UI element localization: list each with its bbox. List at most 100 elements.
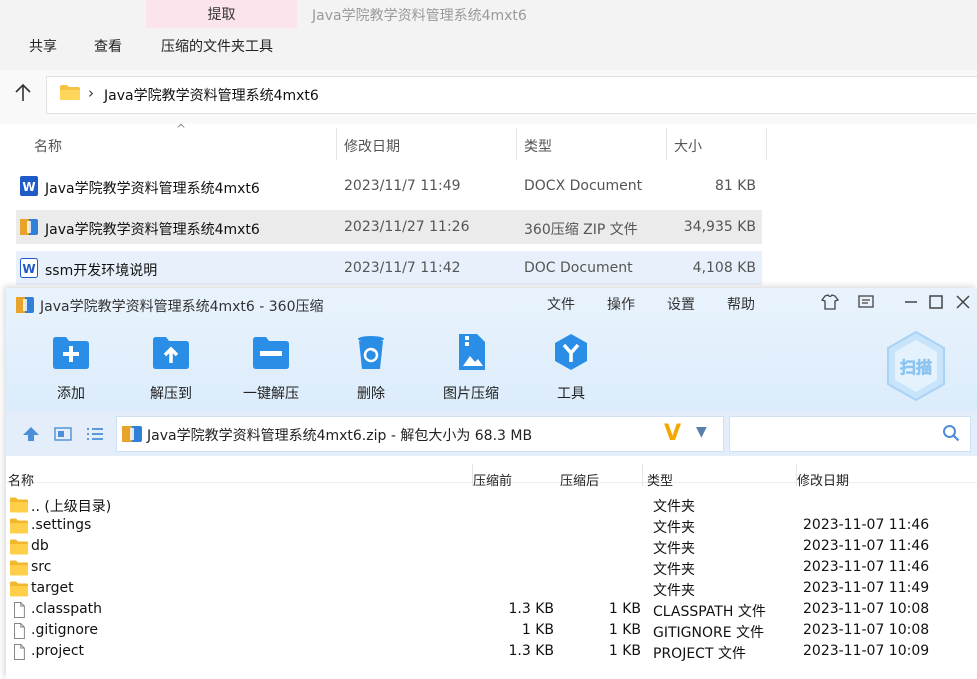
tab-compressed-folder-tools[interactable]: 压缩的文件夹工具 xyxy=(161,36,273,56)
recycle-bin-icon xyxy=(358,336,384,369)
zip-archive-icon xyxy=(20,219,38,235)
breadcrumb-chevron-icon: › xyxy=(88,84,94,102)
column-header-date[interactable]: 修改日期 xyxy=(344,136,400,156)
image-compress-label: 图片压缩 xyxy=(443,386,499,402)
chevron-down-icon[interactable]: ▼ xyxy=(696,424,707,440)
sort-caret-icon: ^ xyxy=(176,122,187,136)
thumbnail-view-icon[interactable] xyxy=(54,426,72,442)
file-icon xyxy=(14,623,25,639)
row-date: 2023-11-07 10:08 xyxy=(803,601,930,617)
file-row[interactable]: W Java学院教学资料管理系统4mxt6 2023/11/7 11:49 DO… xyxy=(16,169,762,203)
image-compress-icon xyxy=(459,334,485,370)
tab-view[interactable]: 查看 xyxy=(94,36,122,56)
svg-text:W: W xyxy=(22,262,35,276)
row-size-before: 1.3 KB xyxy=(508,643,555,659)
row-size-before: 1 KB xyxy=(521,622,554,638)
column-header-after[interactable]: 压缩后 xyxy=(560,470,599,489)
file-name: Java学院教学资料管理系统4mxt6 xyxy=(45,222,260,238)
zip-window: Java学院教学资料管理系统4mxt6 - 360压缩 文件 操作 设置 帮助 … xyxy=(6,288,977,679)
row-date: 2023-11-07 11:49 xyxy=(803,580,930,596)
minimize-icon[interactable] xyxy=(901,292,921,312)
breadcrumb[interactable]: Java学院教学资料管理系统4mxt6 xyxy=(104,85,319,105)
scan-label: 扫描 xyxy=(900,358,932,377)
row-name: .project xyxy=(31,643,85,659)
file-name: ssm开发环境说明 xyxy=(45,263,158,279)
row-date: 2023-11-07 10:08 xyxy=(803,622,930,638)
tab-share[interactable]: 共享 xyxy=(29,36,57,56)
table-row[interactable]: .. (上级目录) 文件夹 xyxy=(6,495,977,516)
row-type: PROJECT 文件 xyxy=(653,646,746,662)
file-date: 2023/11/7 11:42 xyxy=(344,260,461,276)
archive-path-text: Java学院教学资料管理系统4mxt6.zip - 解包大小为 68.3 MB xyxy=(147,428,533,444)
folder-icon xyxy=(10,560,28,576)
column-separator[interactable] xyxy=(642,464,643,486)
svg-text:W: W xyxy=(22,180,35,194)
menu-help[interactable]: 帮助 xyxy=(727,294,755,314)
skin-icon[interactable] xyxy=(820,292,840,312)
one-click-extract-button[interactable]: 一键解压 xyxy=(226,332,316,403)
menu-settings[interactable]: 设置 xyxy=(667,294,695,314)
row-name: db xyxy=(31,538,49,554)
file-date: 2023/11/27 11:26 xyxy=(344,219,470,235)
column-header-type[interactable]: 类型 xyxy=(524,136,552,156)
column-separator[interactable] xyxy=(516,128,517,160)
file-row[interactable]: W ssm开发环境说明 2023/11/7 11:42 DOC Document… xyxy=(16,251,762,285)
table-row[interactable]: .project 1.3 KB 1 KB PROJECT 文件 2023-11-07 1… xyxy=(6,642,977,663)
table-row[interactable]: .gitignore 1 KB 1 KB GITIGNORE 文件 2023-11-07… xyxy=(6,621,977,642)
tools-button[interactable]: 工具 xyxy=(526,332,616,403)
column-header-date[interactable]: 修改日期 xyxy=(797,470,849,489)
row-name: .settings xyxy=(31,517,92,533)
delete-label: 删除 xyxy=(357,386,385,402)
row-size-after: 1 KB xyxy=(608,601,641,617)
row-name: .gitignore xyxy=(31,622,98,638)
column-separator[interactable] xyxy=(666,128,667,160)
menu-file[interactable]: 文件 xyxy=(547,294,575,314)
image-compress-button[interactable]: 图片压缩 xyxy=(426,332,516,403)
extract-to-button[interactable]: 解压到 xyxy=(126,332,216,403)
folder-icon xyxy=(10,497,28,513)
list-view-icon[interactable] xyxy=(86,426,104,442)
menu-operation[interactable]: 操作 xyxy=(607,294,635,314)
column-header-size[interactable]: 大小 xyxy=(674,136,702,156)
up-arrow-icon[interactable] xyxy=(12,82,34,104)
column-header-name[interactable]: 名称 xyxy=(8,470,34,489)
row-date: 2023-11-07 11:46 xyxy=(803,538,930,554)
row-type: 文件夹 xyxy=(653,520,695,536)
feedback-icon[interactable] xyxy=(856,292,876,312)
row-name: target xyxy=(31,580,74,596)
table-row[interactable]: target 文件夹 2023-11-07 11:49 xyxy=(6,579,977,600)
search-icon[interactable] xyxy=(942,424,960,442)
folder-icon xyxy=(10,539,28,555)
search-input[interactable] xyxy=(729,416,971,452)
maximize-icon[interactable] xyxy=(926,292,946,312)
file-type: DOC Document xyxy=(524,260,633,276)
file-type: DOCX Document xyxy=(524,178,643,194)
go-up-icon[interactable] xyxy=(22,426,40,442)
column-separator[interactable] xyxy=(766,128,767,160)
column-header-before[interactable]: 压缩前 xyxy=(473,470,512,489)
column-header-name[interactable]: 名称 xyxy=(34,136,62,156)
table-row[interactable]: src 文件夹 2023-11-07 11:46 xyxy=(6,558,977,579)
column-separator[interactable] xyxy=(336,128,337,160)
add-label: 添加 xyxy=(57,386,85,402)
row-name: .. (上级目录) xyxy=(31,499,112,515)
column-header-type[interactable]: 类型 xyxy=(647,470,673,489)
extract-tab[interactable]: 提取 xyxy=(146,0,297,28)
file-row[interactable]: Java学院教学资料管理系统4mxt6 2023/11/27 11:26 360… xyxy=(16,210,762,244)
folder-icon xyxy=(10,518,28,534)
table-row[interactable]: .settings 文件夹 2023-11-07 11:46 xyxy=(6,516,977,537)
delete-button[interactable]: 删除 xyxy=(326,332,416,403)
extract-folder-icon xyxy=(153,337,189,369)
zip-app-icon xyxy=(16,297,34,313)
table-row[interactable]: db 文件夹 2023-11-07 11:46 xyxy=(6,537,977,558)
row-date: 2023-11-07 10:09 xyxy=(803,643,930,659)
table-row[interactable]: .classpath 1.3 KB 1 KB CLASSPATH 文件 2023-11-… xyxy=(6,600,977,621)
add-icon xyxy=(53,337,89,369)
add-button[interactable]: 添加 xyxy=(26,332,116,403)
row-name: src xyxy=(31,559,52,575)
scan-shield-icon[interactable]: 扫描 xyxy=(884,330,948,402)
close-icon[interactable] xyxy=(953,292,973,312)
folder-icon xyxy=(60,85,80,100)
one-click-extract-label: 一键解压 xyxy=(243,386,299,402)
vip-v-icon[interactable]: V xyxy=(664,421,681,446)
